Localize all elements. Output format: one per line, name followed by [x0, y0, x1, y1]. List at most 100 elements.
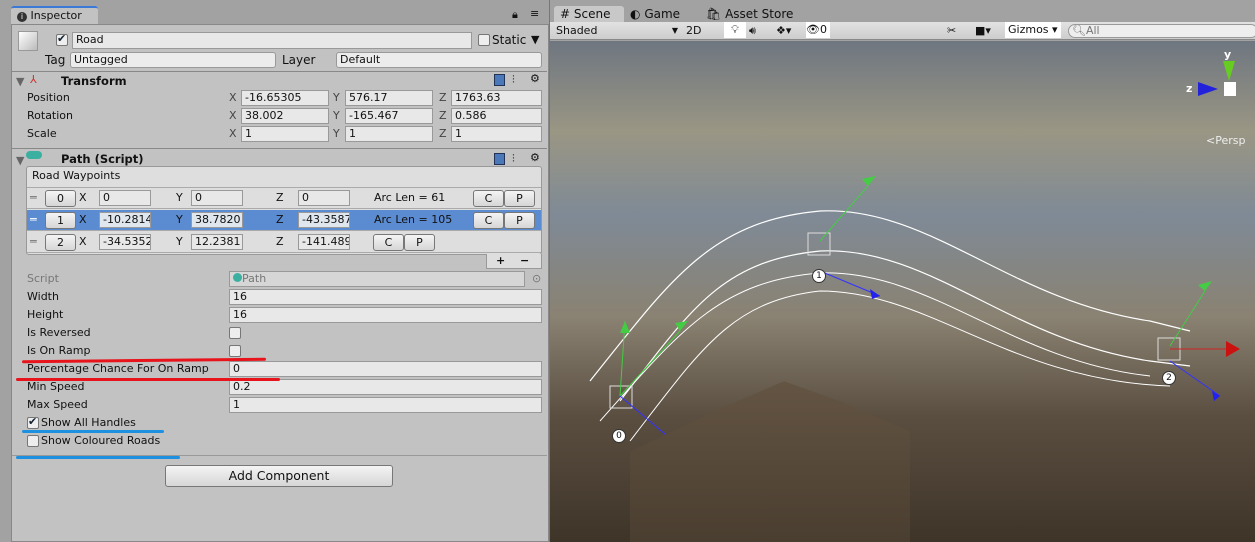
hidden-objects-toggle[interactable]: 👁︎0	[806, 22, 830, 38]
waypoints-list-title: Road Waypoints	[32, 169, 121, 182]
y-axis-cone-icon[interactable]	[1223, 61, 1235, 81]
asset-store-tab[interactable]: 🛍︎ Asset Store	[706, 7, 793, 21]
game-tab[interactable]: ◐ Game	[630, 7, 680, 21]
transform-header[interactable]: Transform	[61, 74, 127, 88]
active-checkbox[interactable]	[56, 32, 68, 46]
static-label: Static	[492, 33, 527, 47]
drag-handle-icon[interactable]: ═	[30, 212, 37, 228]
axis-label: Z	[439, 127, 447, 140]
gizmos-dropdown[interactable]: Gizmos ▾	[1005, 22, 1061, 38]
z-axis-cone-icon[interactable]	[1198, 82, 1218, 96]
waypoint-x-input[interactable]: -10.2814	[99, 212, 151, 228]
waypoint-c-button[interactable]: C	[473, 190, 504, 207]
waypoint-index-button[interactable]: 1	[45, 212, 76, 229]
scene-viewport[interactable]: 0 1 2 y z <Persp	[550, 41, 1255, 542]
is-on-ramp-label: Is On Ramp	[27, 344, 91, 357]
waypoint-marker-1[interactable]: 1	[812, 269, 826, 283]
arc-length-label: Arc Len = 105	[374, 213, 453, 226]
remove-waypoint-button[interactable]: −	[520, 253, 529, 269]
waypoint-z-input[interactable]: 0	[298, 190, 350, 206]
transform-position-z-input[interactable]: 1763.63	[451, 90, 542, 106]
script-icon	[233, 273, 242, 282]
add-component-button[interactable]: Add Component	[165, 465, 393, 487]
axis-label: Z	[276, 213, 284, 226]
layer-dropdown[interactable]: Default	[336, 52, 542, 68]
waypoint-index-button[interactable]: 2	[45, 234, 76, 251]
waypoint-z-input[interactable]: -141.489	[298, 234, 350, 250]
transform-rotation-x-input[interactable]: 38.002	[241, 108, 329, 124]
axis-label: Y	[176, 213, 183, 226]
transform-scale-y-input[interactable]: 1	[345, 126, 433, 142]
waypoint-marker-2[interactable]: 2	[1162, 371, 1176, 385]
foldout-arrow-icon[interactable]: ▼	[16, 154, 24, 167]
effects-toggle-icon[interactable]: ❖▾	[776, 23, 791, 39]
transform-position-y-input[interactable]: 576.17	[345, 90, 433, 106]
camera-icon[interactable]: ■▾	[975, 23, 991, 39]
waypoint-z-input[interactable]: -43.3587	[298, 212, 350, 228]
lock-icon[interactable]: 🔒︎	[512, 8, 518, 22]
axis-label: X	[229, 127, 237, 140]
object-picker-icon[interactable]: ⊙	[532, 272, 541, 285]
waypoint-c-button[interactable]: C	[473, 212, 504, 229]
max-speed-label: Max Speed	[27, 398, 88, 411]
preset-icon[interactable]: ⫶	[512, 152, 515, 166]
audio-toggle-icon[interactable]: 🔊︎	[749, 23, 756, 39]
2d-toggle[interactable]: 2D	[686, 23, 701, 39]
transform-rotation-label: Rotation	[27, 109, 74, 122]
shading-dropdown[interactable]: Shaded ▼	[556, 23, 678, 39]
transform-scale-z-input[interactable]: 1	[451, 126, 542, 142]
waypoint-y-input[interactable]: 38.7820	[191, 212, 243, 228]
waypoint-index-button[interactable]: 0	[45, 190, 76, 207]
object-name-input[interactable]: Road	[72, 32, 472, 49]
persp-label[interactable]: <Persp	[1206, 134, 1245, 147]
show-all-handles-checkbox[interactable]	[27, 415, 39, 429]
waypoint-p-button[interactable]: P	[404, 234, 435, 251]
waypoint-p-button[interactable]: P	[504, 190, 535, 207]
preset-icon[interactable]: ⫶	[512, 73, 515, 87]
width-input[interactable]: 16	[229, 289, 542, 305]
menu-icon[interactable]: ≡	[530, 7, 539, 20]
height-input[interactable]: 16	[229, 307, 542, 323]
waypoint-p-button[interactable]: P	[504, 212, 535, 229]
drag-handle-icon[interactable]: ═	[30, 190, 37, 206]
lighting-toggle-icon[interactable]: 💡︎	[724, 22, 746, 38]
is-reversed-checkbox[interactable]	[229, 327, 241, 339]
help-book-icon[interactable]	[494, 153, 505, 165]
max-speed-input[interactable]: 1	[229, 397, 542, 413]
show-coloured-roads-checkbox[interactable]	[27, 435, 39, 447]
help-book-icon[interactable]	[494, 74, 505, 86]
waypoint-c-button[interactable]: C	[373, 234, 404, 251]
script-value: Path	[242, 272, 267, 285]
static-checkbox[interactable]	[478, 34, 490, 46]
waypoint-y-input[interactable]: 12.2381	[191, 234, 243, 250]
view-cube-center[interactable]	[1224, 82, 1236, 96]
scene-tab[interactable]: # Scene	[554, 6, 624, 23]
scene-search-input[interactable]: 🔍︎All	[1068, 24, 1255, 38]
transform-rotation-y-input[interactable]: -165.467	[345, 108, 433, 124]
transform-scale-x-input[interactable]: 1	[241, 126, 329, 142]
static-dropdown-icon[interactable]: ▼	[531, 33, 539, 46]
tools-icon[interactable]: ✂	[947, 23, 956, 39]
transform-rotation-z-input[interactable]: 0.586	[451, 108, 542, 124]
min-speed-input[interactable]: 0.2	[229, 379, 542, 395]
tag-label: Tag	[45, 53, 66, 67]
gear-icon[interactable]: ⚙	[530, 72, 540, 85]
inspector-tab[interactable]: i Inspector	[11, 6, 98, 24]
drag-handle-icon[interactable]: ═	[30, 234, 37, 250]
waypoint-marker-0[interactable]: 0	[612, 429, 626, 443]
path-script-header[interactable]: Path (Script)	[61, 152, 144, 166]
tag-dropdown[interactable]: Untagged	[70, 52, 276, 68]
transform-icon: ⅄	[30, 73, 37, 86]
transform-position-x-input[interactable]: -16.65305	[241, 90, 329, 106]
add-waypoint-button[interactable]: +	[496, 253, 505, 269]
axis-label: X	[79, 191, 87, 204]
gear-icon[interactable]: ⚙	[530, 151, 540, 164]
waypoint-x-input[interactable]: 0	[99, 190, 151, 206]
inspector-tab-label: Inspector	[30, 9, 82, 22]
waypoint-x-input[interactable]: -34.5352	[99, 234, 151, 250]
percentage-chance-input[interactable]: 0	[229, 361, 542, 377]
foldout-arrow-icon[interactable]: ▼	[16, 75, 24, 88]
waypoint-y-input[interactable]: 0	[191, 190, 243, 206]
axis-label: X	[79, 235, 87, 248]
is-on-ramp-checkbox[interactable]	[229, 345, 241, 357]
